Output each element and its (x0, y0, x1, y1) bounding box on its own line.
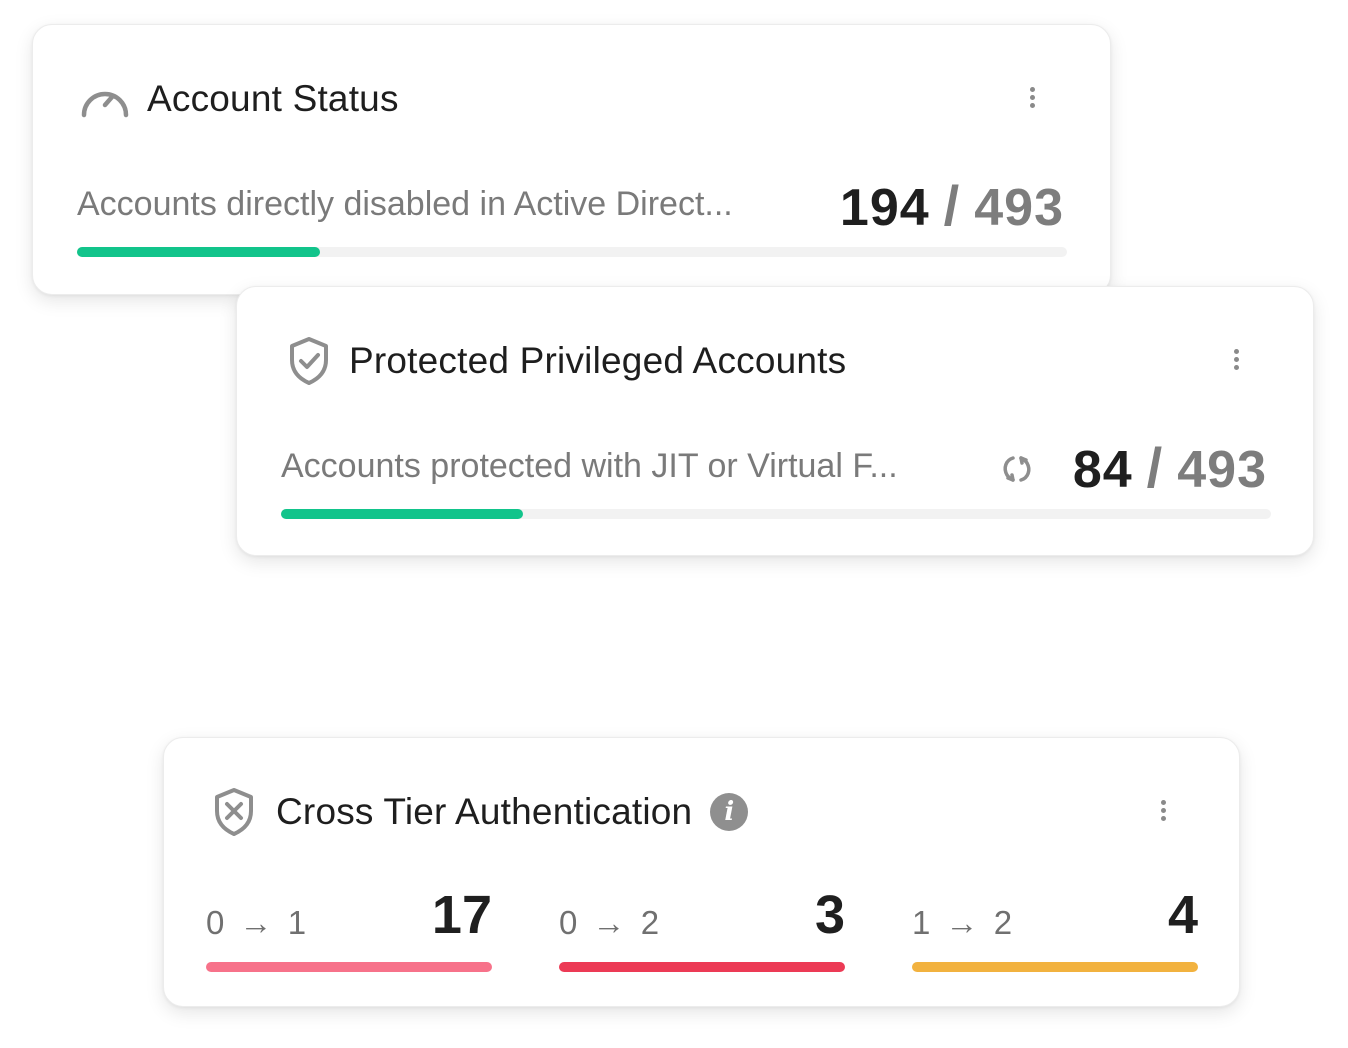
metric-total: 493 (1177, 441, 1267, 499)
sync-icon[interactable] (999, 451, 1035, 487)
metric-count: 194 (839, 179, 930, 237)
card-header: Account Status (79, 75, 399, 123)
tier-bar (206, 962, 492, 972)
shield-check-icon (287, 336, 331, 386)
metric-count: 84 (1072, 441, 1133, 499)
metric-label: Accounts directly disabled in Active Dir… (77, 185, 733, 223)
progress-track (77, 247, 1067, 257)
metric-separator: / (943, 174, 961, 237)
card-title: Account Status (147, 78, 399, 119)
tier-count: 3 (814, 885, 845, 945)
card-title: Cross Tier Authentication (276, 791, 693, 832)
card-title: Protected Privileged Accounts (349, 340, 847, 381)
metric-value: 194 / 493 (840, 173, 1064, 238)
arrow-right-icon: → (945, 904, 979, 941)
tier-count: 17 (431, 885, 492, 945)
more-menu-icon[interactable] (1023, 81, 1043, 115)
tier-label: 1 → 2 (912, 904, 1013, 941)
card-header: Cross Tier Authentication i (212, 786, 749, 838)
tier-bar (912, 962, 1198, 972)
metric-total: 493 (974, 179, 1064, 237)
tier-count: 4 (1167, 885, 1198, 945)
cross-tier-card: Cross Tier Authentication i 0 → 1 17 0 →… (163, 737, 1240, 1007)
tier-metric-0-1[interactable]: 0 → 1 17 (206, 882, 492, 972)
protected-privileged-card: Protected Privileged Accounts Accounts p… (236, 286, 1314, 556)
metric-value: 84 / 493 (1073, 435, 1267, 500)
tier-metric-1-2[interactable]: 1 → 2 4 (912, 882, 1198, 972)
card-header: Protected Privileged Accounts (287, 337, 846, 385)
tier-label: 0 → 1 (206, 904, 307, 941)
tier-bar (559, 962, 845, 972)
progress-fill (77, 247, 320, 257)
metric-separator: / (1146, 436, 1164, 499)
more-menu-icon[interactable] (1154, 794, 1174, 828)
more-menu-icon[interactable] (1227, 343, 1247, 377)
arrow-right-icon: → (239, 904, 273, 941)
metric-label: Accounts protected with JIT or Virtual F… (281, 447, 898, 485)
arrow-right-icon: → (592, 904, 626, 941)
tier-label: 0 → 2 (559, 904, 660, 941)
tier-metric-0-2[interactable]: 0 → 2 3 (559, 882, 845, 972)
shield-cross-icon (212, 787, 256, 837)
progress-fill (281, 509, 524, 519)
progress-track (281, 509, 1271, 519)
dashboard-stage: Account Status Accounts directly disable… (0, 0, 1348, 1048)
account-status-card: Account Status Accounts directly disable… (32, 24, 1111, 295)
gauge-icon (79, 77, 131, 121)
info-icon[interactable]: i (710, 793, 749, 831)
